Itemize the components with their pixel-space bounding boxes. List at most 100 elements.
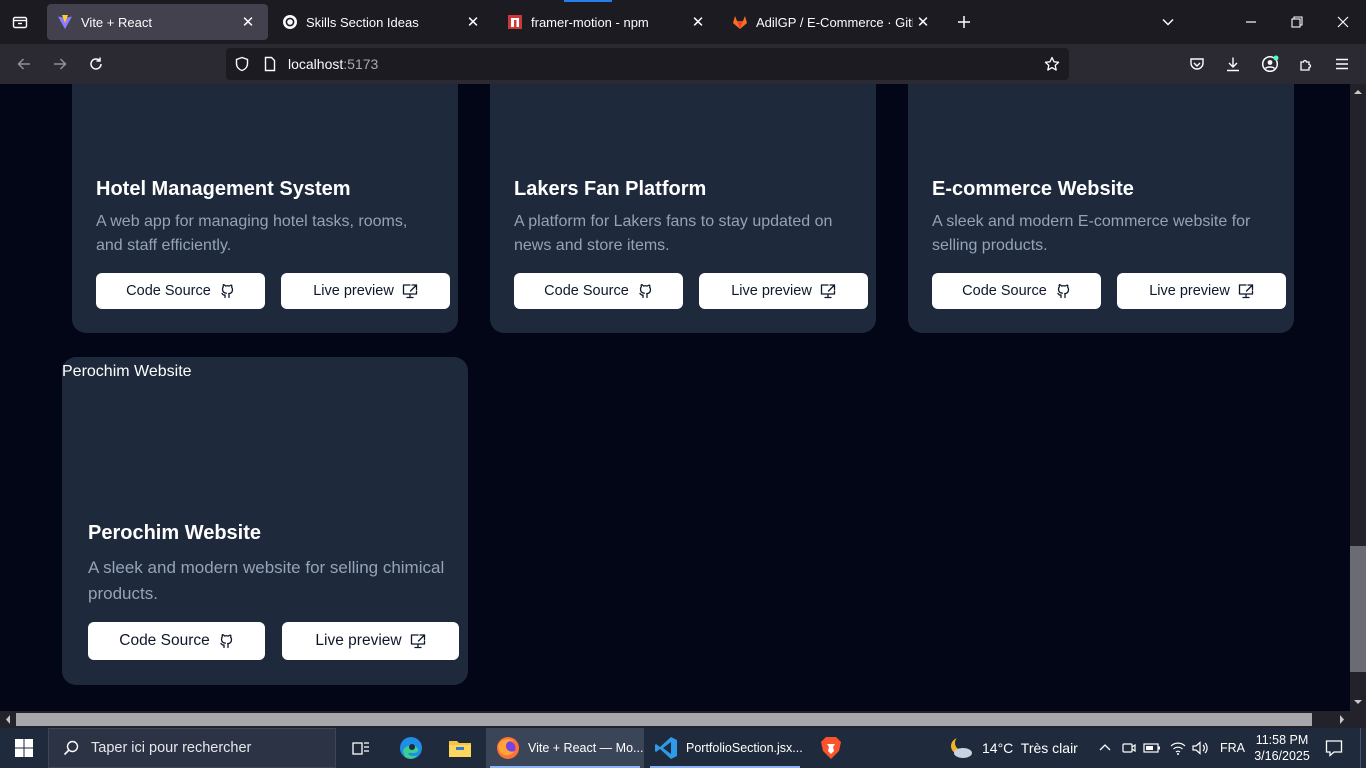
button-label: Code Source xyxy=(544,283,629,299)
github-icon xyxy=(221,284,233,299)
pocket-icon[interactable] xyxy=(1183,50,1211,78)
code-source-button[interactable]: Code Source xyxy=(514,273,683,309)
taskbar-search-box[interactable]: Taper ici pour rechercher xyxy=(48,728,336,768)
tab-title: framer-motion - npm xyxy=(531,14,649,30)
menu-hamburger-icon[interactable] xyxy=(1328,50,1356,78)
downloads-icon[interactable] xyxy=(1219,50,1247,78)
battery-icon[interactable] xyxy=(1142,728,1162,768)
show-hidden-icons-chevron-up-icon[interactable] xyxy=(1098,728,1112,768)
meet-now-icon[interactable] xyxy=(1120,728,1138,768)
task-view-icon[interactable] xyxy=(346,728,376,768)
tab-framer-motion-npm[interactable]: framer-motion - npm ✕ xyxy=(497,4,718,40)
close-window-icon[interactable] xyxy=(1329,8,1357,36)
scroll-up-arrow-icon[interactable] xyxy=(1354,88,1362,96)
code-source-button[interactable]: Code Source xyxy=(88,622,265,660)
live-preview-button[interactable]: Live preview xyxy=(281,273,450,309)
close-tab-icon[interactable]: ✕ xyxy=(238,12,258,32)
search-placeholder: Taper ici pour rechercher xyxy=(91,740,252,756)
notifications-icon[interactable] xyxy=(1322,728,1346,768)
project-card: E-commerce Website A sleek and modern E-… xyxy=(908,84,1294,333)
moon-cloud-icon xyxy=(951,736,972,758)
project-card: Hotel Management System A web app for ma… xyxy=(72,84,458,333)
button-label: Code Source xyxy=(962,283,1047,299)
vscode-icon xyxy=(655,737,677,759)
start-button[interactable] xyxy=(0,728,48,768)
url-host: localhost xyxy=(288,56,344,72)
code-source-button[interactable]: Code Source xyxy=(932,273,1101,309)
forward-arrow-icon[interactable] xyxy=(46,50,74,78)
github-icon xyxy=(639,284,651,299)
project-image-alt-text: Perochim Website xyxy=(62,363,192,380)
tab-overflow-chevron-down-icon[interactable] xyxy=(1154,8,1182,36)
tracking-protection-shield-icon[interactable] xyxy=(234,56,250,77)
list-all-tabs-icon[interactable] xyxy=(8,10,32,34)
github-icon xyxy=(220,634,232,649)
live-preview-button[interactable]: Live preview xyxy=(282,622,459,660)
volume-icon[interactable] xyxy=(1190,728,1210,768)
taskbar-firefox-app[interactable]: Vite + React — Mo... xyxy=(486,728,644,768)
firefox-icon xyxy=(497,737,519,759)
vertical-scrollbar-thumb[interactable] xyxy=(1350,546,1366,672)
button-label: Live preview xyxy=(313,283,394,299)
tab-title: AdilGP / E-Commerce · GitLab xyxy=(756,14,913,30)
address-bar[interactable]: localhost:5173 xyxy=(226,48,1069,80)
reload-icon[interactable] xyxy=(82,50,110,78)
live-preview-button[interactable]: Live preview xyxy=(1117,273,1286,309)
page-info-icon[interactable] xyxy=(262,56,278,77)
gitlab-icon xyxy=(732,14,748,30)
taskbar-app-label: Vite + React — Mo... xyxy=(528,741,644,755)
taskbar-vscode-app[interactable]: PortfolioSection.jsx... xyxy=(646,728,804,768)
close-tab-icon[interactable]: ✕ xyxy=(688,12,708,32)
external-monitor-icon xyxy=(1238,284,1253,299)
project-card: Perochim Website Perochim Website A slee… xyxy=(62,357,468,685)
tab-skills-section-ideas[interactable]: Skills Section Ideas ✕ xyxy=(272,4,493,40)
restore-icon[interactable] xyxy=(1283,8,1311,36)
close-tab-icon[interactable]: ✕ xyxy=(913,12,933,32)
tab-title: Skills Section Ideas xyxy=(306,14,419,30)
project-description: A sleek and modern website for selling c… xyxy=(88,558,445,603)
project-card: Lakers Fan Platform A platform for Laker… xyxy=(490,84,876,333)
file-explorer-icon[interactable] xyxy=(446,728,474,768)
clock-time: 11:58 PM xyxy=(1255,733,1309,747)
scroll-right-arrow-icon[interactable] xyxy=(1338,715,1346,724)
input-language-indicator[interactable]: FRA xyxy=(1220,728,1245,768)
project-title: Hotel Management System xyxy=(96,178,351,200)
scroll-down-arrow-icon[interactable] xyxy=(1354,698,1362,706)
url-text: localhost:5173 xyxy=(288,56,378,72)
tab-vite-react[interactable]: Vite + React ✕ xyxy=(47,4,268,40)
project-title: Lakers Fan Platform xyxy=(514,178,707,200)
horizontal-scrollbar-thumb[interactable] xyxy=(16,713,1312,726)
taskbar-clock[interactable]: 11:58 PM 3/16/2025 xyxy=(1252,732,1312,764)
tab-gitlab[interactable]: AdilGP / E-Commerce · GitLab ✕ xyxy=(722,4,943,40)
brave-browser-icon[interactable] xyxy=(818,728,844,768)
weather-widget[interactable]: 14°C Très clair xyxy=(948,728,1078,768)
extensions-icon[interactable] xyxy=(1292,50,1320,78)
tab-loading-indicator xyxy=(564,0,612,2)
close-tab-icon[interactable]: ✕ xyxy=(463,12,483,32)
live-preview-button[interactable]: Live preview xyxy=(699,273,868,309)
vite-icon xyxy=(57,14,73,30)
project-description: A sleek and modern E-commerce website fo… xyxy=(932,213,1251,254)
button-label: Code Source xyxy=(126,283,211,299)
button-label: Live preview xyxy=(315,632,402,649)
code-source-button[interactable]: Code Source xyxy=(96,273,265,309)
account-icon[interactable] xyxy=(1256,50,1284,78)
windows-logo-icon xyxy=(15,739,33,757)
github-icon xyxy=(1057,284,1069,299)
new-tab-icon[interactable] xyxy=(952,10,976,34)
edge-browser-icon[interactable] xyxy=(396,728,426,768)
minimize-icon[interactable] xyxy=(1237,8,1265,36)
chatgpt-icon xyxy=(282,14,298,30)
bookmark-star-icon[interactable] xyxy=(1044,56,1060,77)
wifi-icon[interactable] xyxy=(1168,728,1188,768)
language-text: FRA xyxy=(1220,741,1245,755)
browser-tab-strip: Vite + React ✕ Skills Section Ideas ✕ fr… xyxy=(0,0,1366,44)
back-arrow-icon[interactable] xyxy=(10,50,38,78)
project-title: E-commerce Website xyxy=(932,178,1134,200)
scroll-left-arrow-icon[interactable] xyxy=(4,715,12,724)
windows-taskbar: Taper ici pour rechercher Vite + React —… xyxy=(0,728,1366,768)
project-description: A platform for Lakers fans to stay updat… xyxy=(514,213,833,254)
project-title: Perochim Website xyxy=(88,522,262,544)
external-monitor-icon xyxy=(402,284,417,299)
show-desktop-button[interactable] xyxy=(1360,728,1366,768)
